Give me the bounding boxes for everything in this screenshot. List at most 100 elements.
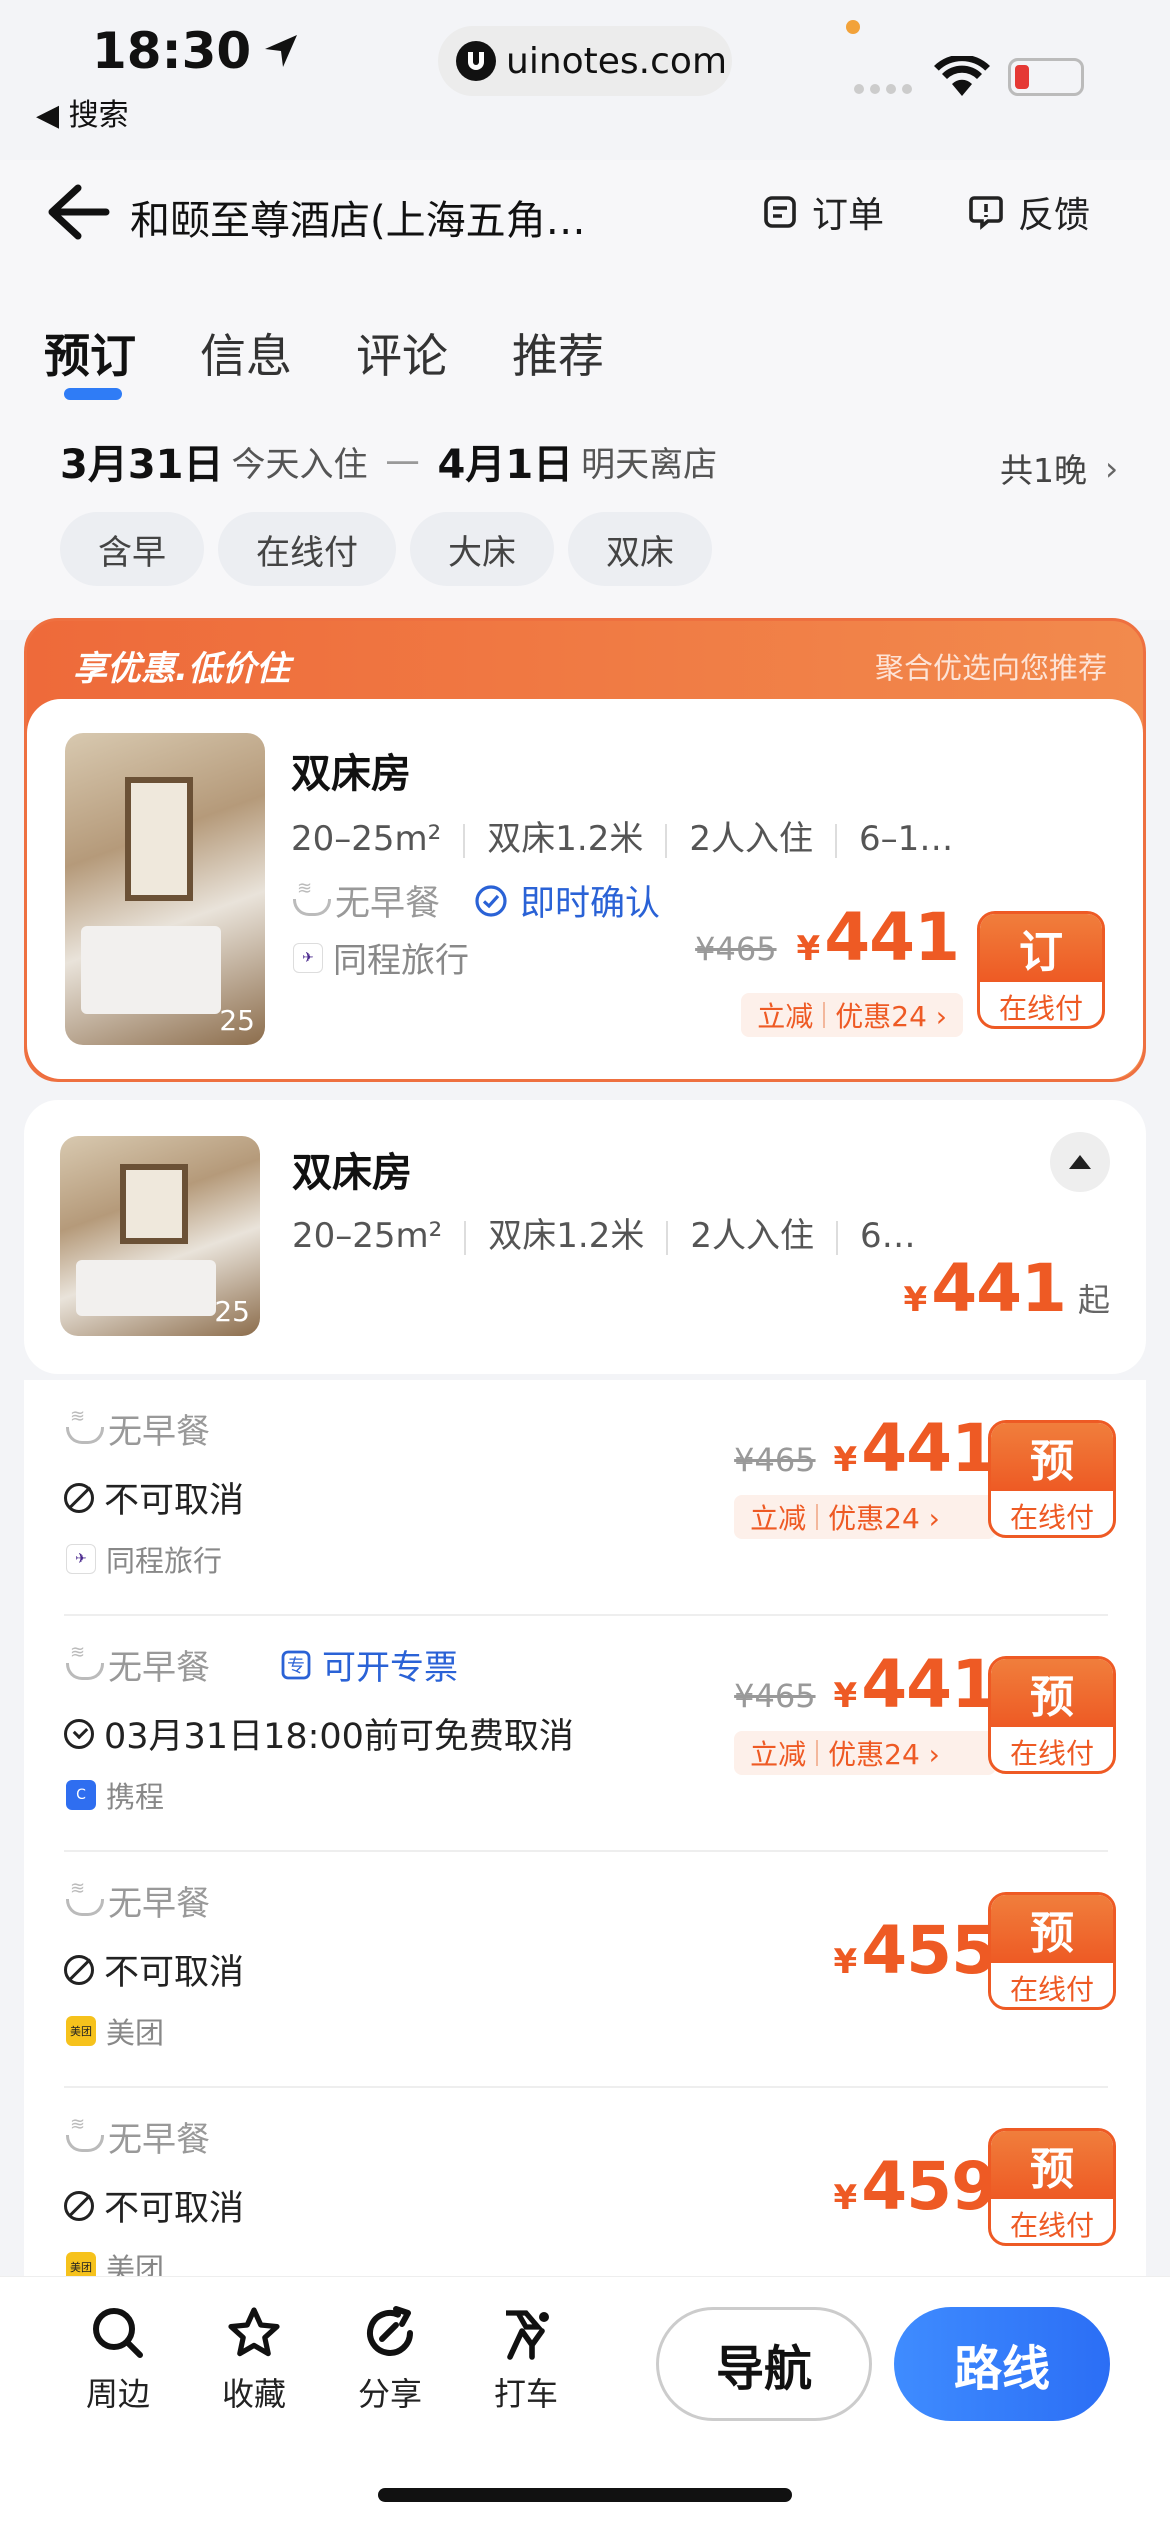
share-icon: [367, 2306, 413, 2356]
offer-supplier: 美团 美团: [66, 2010, 164, 2052]
price: 441: [861, 1646, 997, 1723]
route-button[interactable]: 路线: [894, 2307, 1110, 2421]
filter-king-bed[interactable]: 大床: [410, 512, 554, 586]
tab-info[interactable]: 信息: [200, 320, 292, 386]
offer-row[interactable]: 无早餐 不可取消 ✈ 同程旅行 ¥465 ¥441 立减优惠24 › 预在线付: [24, 1380, 1146, 1616]
supplier-name: 同程旅行: [106, 1544, 223, 1578]
reserve-label: 预: [991, 1423, 1113, 1491]
collapse-button[interactable]: [1050, 1132, 1110, 1192]
original-price: ¥465: [734, 1441, 816, 1479]
nearby-button[interactable]: 周边: [58, 2305, 178, 2415]
supplier-name: 携程: [106, 1780, 165, 1814]
breakfast-icon: [66, 1642, 104, 1680]
filter-online-pay[interactable]: 在线付: [218, 512, 396, 586]
status-time-text: 18:30: [92, 22, 252, 80]
room-card-price: ¥ 441 起: [904, 1250, 1110, 1327]
currency-symbol: ¥: [833, 1440, 858, 1480]
photo-count: 25: [219, 1004, 255, 1037]
filter-chips: 含早 在线付 大床 双床: [60, 512, 726, 586]
reserve-button[interactable]: 预在线付: [988, 1892, 1116, 2010]
original-price: ¥465: [734, 1677, 816, 1715]
room-card-photo[interactable]: 25: [60, 1136, 260, 1336]
no-cancel-icon: [64, 2190, 94, 2221]
no-cancel-icon: [64, 1954, 94, 1985]
offer-breakfast: 无早餐: [66, 1404, 210, 1453]
currency-symbol: ¥: [796, 929, 821, 969]
reserve-label: 预: [991, 1659, 1113, 1727]
tab-reviews[interactable]: 评论: [356, 320, 448, 386]
back-arrow-icon[interactable]: [44, 182, 110, 242]
reserve-button[interactable]: 预在线付: [988, 1656, 1116, 1774]
book-button[interactable]: 订 在线付: [977, 911, 1105, 1029]
orders-button[interactable]: 订单: [762, 186, 884, 238]
room-bed: 双床1.2米: [487, 819, 644, 859]
price: 441: [824, 899, 960, 976]
filter-twin-bed[interactable]: 双床: [568, 512, 712, 586]
checkout-date: 4月1日: [437, 442, 574, 488]
reserve-button[interactable]: 预在线付: [988, 2128, 1116, 2246]
room-card-area: 20–25m²: [292, 1216, 443, 1256]
share-label: 分享: [357, 2375, 422, 2413]
nights-selector[interactable]: 共1晚 ›: [1000, 444, 1118, 492]
policy-label: 03月31日18:00前可免费取消: [104, 1717, 574, 1757]
discount-tag[interactable]: 立减 优惠24 ›: [734, 1495, 996, 1539]
promo-card: 享优惠.低价住 聚合优选向您推荐 25 双床房 20–25m² 双床1.2米 2人入…: [24, 618, 1146, 1082]
book-button-label: 订: [980, 914, 1102, 982]
stay-dates[interactable]: 3月31日 今天入住 一 4月1日 明天离店: [60, 432, 735, 490]
navigate-button[interactable]: 导航: [656, 2307, 872, 2421]
site-icon: [456, 41, 496, 81]
chevron-right-icon: ›: [1105, 448, 1119, 488]
room-card-specs: 20–25m² 双床1.2米 2人入住 6…: [292, 1208, 916, 1257]
reserve-sub: 在线付: [1009, 1501, 1094, 1534]
offer-supplier: 美团 美团: [66, 2246, 164, 2280]
offer-supplier: C 携程: [66, 1774, 164, 1816]
feedback-button[interactable]: 反馈: [968, 186, 1090, 238]
back-to-search-link[interactable]: ◀ 搜索: [36, 90, 129, 134]
room-card-bed: 双床1.2米: [488, 1216, 645, 1256]
checkin-note: 今天入住: [231, 444, 368, 485]
nearby-label: 周边: [85, 2375, 150, 2413]
offer-policy: 03月31日18:00前可免费取消: [64, 1708, 574, 1759]
policy-label: 不可取消: [104, 1481, 245, 1521]
discount-tag[interactable]: 立减 优惠24 ›: [734, 1731, 996, 1775]
discount-tag[interactable]: 立减 优惠24 ›: [741, 993, 963, 1037]
discount-amount: 优惠24 ›: [828, 1738, 940, 1771]
filter-breakfast[interactable]: 含早: [60, 512, 204, 586]
orders-label: 订单: [812, 195, 885, 236]
url-text: uinotes.com: [506, 40, 728, 82]
url-pill[interactable]: uinotes.com: [438, 26, 732, 96]
instant-confirm-label: 即时确认: [520, 884, 661, 924]
share-button[interactable]: 分享: [330, 2305, 450, 2415]
tab-booking[interactable]: 预订: [44, 320, 136, 386]
supplier: ✈ 同程旅行: [293, 933, 469, 982]
offer-list: 无早餐 不可取消 ✈同程旅行 ¥465¥441 立减优惠24 › 预在线付 无早…: [24, 1380, 1146, 2280]
promo-room[interactable]: 25 双床房 20–25m² 双床1.2米 2人入住 6–1… 无早餐 即时确认 ✈ …: [27, 699, 1143, 1079]
offer-row[interactable]: 无早餐 专 可开专票 03月31日18:00前可免费取消 C 携程 ¥465 ¥44…: [24, 1616, 1146, 1852]
book-button-sub: 在线付: [998, 992, 1083, 1025]
checkout-note: 明天离店: [581, 444, 718, 485]
breakfast-icon: [66, 1878, 104, 1916]
offer-policy: 不可取消: [64, 1944, 244, 1995]
taxi-label: 打车: [493, 2375, 558, 2413]
home-indicator[interactable]: [378, 2488, 792, 2502]
reserve-button[interactable]: 预在线付: [988, 1420, 1116, 1538]
breakfast-icon: [66, 2114, 104, 2152]
taxi-button[interactable]: 打车: [466, 2305, 586, 2415]
ctrip-logo-icon: C: [66, 1780, 96, 1810]
wifi-icon: [934, 56, 990, 96]
offer-row[interactable]: 无早餐 不可取消 美团美团 ¥459 预在线付: [24, 2088, 1146, 2280]
battery-icon: [1008, 58, 1084, 96]
price-from-suffix: 起: [1077, 1281, 1110, 1319]
reserve-label: 预: [991, 2131, 1113, 2199]
room-card[interactable]: 25 双床房 20–25m² 双床1.2米 2人入住 6… ¥ 441 起: [24, 1100, 1146, 1374]
discount-label: 立减: [750, 1502, 807, 1535]
room-photo[interactable]: 25: [65, 733, 265, 1045]
room-card-name: 双床房: [292, 1150, 412, 1196]
offer-row[interactable]: 无早餐 不可取消 美团美团 ¥455 预在线付: [24, 1852, 1146, 2088]
favorite-button[interactable]: 收藏: [194, 2305, 314, 2415]
tab-recommend[interactable]: 推荐: [512, 320, 604, 386]
reserve-label: 预: [991, 1895, 1113, 1963]
reserve-sub: 在线付: [1009, 1737, 1094, 1770]
price: 441: [861, 1410, 997, 1487]
star-icon: [228, 2307, 280, 2357]
